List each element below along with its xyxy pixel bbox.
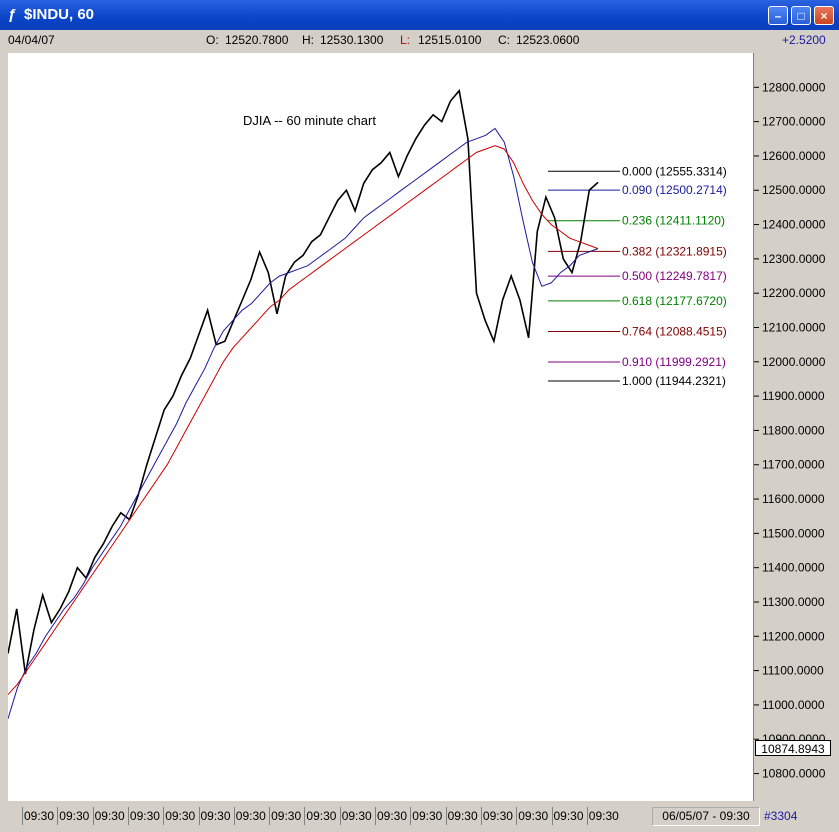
x-tick-sep bbox=[445, 807, 447, 825]
y-tick-label-16: 11200.0000 bbox=[762, 629, 825, 643]
y-tick-label-9: 11900.0000 bbox=[762, 389, 825, 403]
y-tick-label-20: 10800.0000 bbox=[762, 767, 826, 781]
x-tick-label: 09:30 bbox=[165, 809, 196, 823]
x-tick-label: 09:30 bbox=[447, 809, 478, 823]
fib-label-5: 0.618 (12177.6720) bbox=[622, 294, 727, 308]
x-tick-sep bbox=[127, 807, 129, 825]
y-tick-label-12: 11600.0000 bbox=[762, 492, 825, 506]
x-tick-sep bbox=[410, 807, 412, 825]
x-tick-label: 09:30 bbox=[271, 809, 302, 823]
bar-count: #3304 bbox=[764, 809, 798, 823]
x-tick-label: 09:30 bbox=[94, 809, 125, 823]
y-tick-label-14: 11400.0000 bbox=[762, 561, 825, 575]
x-tick-label: 09:30 bbox=[588, 809, 619, 823]
x-tick-label: 09:30 bbox=[200, 809, 231, 823]
x-tick-sep bbox=[163, 807, 165, 825]
y-tick-label-0: 12800.0000 bbox=[762, 80, 826, 94]
y-tick-label-11: 11700.0000 bbox=[762, 458, 825, 472]
open-label: O: bbox=[206, 33, 219, 47]
fib-label-8: 1.000 (11944.2321) bbox=[622, 374, 726, 388]
bar-date: 04/04/07 bbox=[8, 33, 55, 47]
series-line-1 bbox=[7, 127, 599, 719]
maximize-button[interactable]: □ bbox=[791, 6, 811, 25]
chart-window: ƒ $INDU, 60 – □ × 04/04/07 O: 12520.7800… bbox=[0, 0, 839, 832]
low-value: 12515.0100 bbox=[418, 33, 482, 47]
x-tick-label: 09:30 bbox=[341, 809, 372, 823]
x-tick-sep bbox=[22, 807, 23, 825]
y-tick-label-17: 11100.0000 bbox=[762, 664, 824, 678]
close-label: C: bbox=[498, 33, 510, 47]
fib-label-6: 0.764 (12088.4515) bbox=[622, 324, 727, 338]
y-tick-label-1: 12700.0000 bbox=[762, 115, 826, 129]
series-line-0 bbox=[7, 88, 599, 675]
y-tick-label-8: 12000.0000 bbox=[762, 355, 826, 369]
plot-area[interactable]: DJIA -- 60 minute chart 0.000 (12555.331… bbox=[7, 53, 753, 801]
x-tick-sep bbox=[480, 807, 482, 825]
y-tick-label-15: 11300.0000 bbox=[762, 595, 825, 609]
y-tick-label-18: 11000.0000 bbox=[762, 698, 825, 712]
y-tick-label-7: 12100.0000 bbox=[762, 320, 826, 334]
y-tick-label-13: 11500.0000 bbox=[762, 526, 825, 540]
price-chart[interactable]: DJIA -- 60 minute chart 0.000 (12555.331… bbox=[7, 53, 753, 801]
fib-label-0: 0.000 (12555.3314) bbox=[622, 164, 727, 178]
x-tick-label: 09:30 bbox=[235, 809, 266, 823]
x-tick-sep bbox=[586, 807, 588, 825]
x-tick-label: 09:30 bbox=[59, 809, 90, 823]
ohlc-info-bar: 04/04/07 O: 12520.7800 H: 12530.1300 L: … bbox=[6, 31, 833, 50]
x-tick-sep bbox=[269, 807, 271, 825]
open-value: 12520.7800 bbox=[225, 33, 289, 47]
y-tick-label-10: 11800.0000 bbox=[762, 423, 825, 437]
x-tick-sep bbox=[233, 807, 235, 825]
low-label: L: bbox=[400, 33, 411, 47]
minimize-button[interactable]: – bbox=[768, 6, 788, 25]
window-title: $INDU, 60 bbox=[24, 6, 95, 23]
fibonacci-retracement: 0.000 (12555.3314) 0.090 (12500.2714) 0.23… bbox=[548, 164, 727, 388]
time-axis[interactable]: 06/05/07 - 09:30 #3304 09:30 09:30 09:30 09… bbox=[8, 806, 833, 826]
price-axis-svg: 12800.0000 12700.0000 12600.0000 12500.0000… bbox=[754, 80, 826, 781]
title-bar[interactable]: ƒ $INDU, 60 – □ × bbox=[0, 0, 839, 30]
series-line-2 bbox=[7, 145, 599, 695]
x-tick-sep bbox=[92, 807, 94, 825]
fib-label-3: 0.382 (12321.8915) bbox=[622, 244, 727, 258]
series-group bbox=[7, 88, 599, 719]
fib-label-1: 0.090 (12500.2714) bbox=[622, 183, 727, 197]
x-tick-label: 09:30 bbox=[553, 809, 584, 823]
x-tick-label: 09:30 bbox=[412, 809, 443, 823]
x-tick-label: 09:30 bbox=[129, 809, 160, 823]
x-tick-label: 09:30 bbox=[518, 809, 549, 823]
y-tick-label-3: 12500.0000 bbox=[762, 183, 826, 197]
y-tick-label-6: 12200.0000 bbox=[762, 286, 826, 300]
x-tick-sep bbox=[339, 807, 341, 825]
current-price-tag: 10874.8943 bbox=[755, 739, 831, 756]
x-tick-label: 09:30 bbox=[306, 809, 337, 823]
close-value: 12523.0600 bbox=[516, 33, 580, 47]
high-label: H: bbox=[302, 33, 314, 47]
high-value: 12530.1300 bbox=[320, 33, 384, 47]
chart-title: DJIA -- 60 minute chart bbox=[243, 113, 376, 128]
change-value: +2.5200 bbox=[782, 33, 826, 47]
x-tick-sep bbox=[304, 807, 306, 825]
fib-label-7: 0.910 (11999.2921) bbox=[622, 355, 726, 369]
x-tick-label: 09:30 bbox=[377, 809, 408, 823]
fib-label-2: 0.236 (12411.1120) bbox=[622, 214, 725, 228]
fib-label-4: 0.500 (12249.7817) bbox=[622, 269, 727, 283]
x-tick-label: 09:30 bbox=[24, 809, 55, 823]
y-tick-label-2: 12600.0000 bbox=[762, 149, 826, 163]
date-range: 06/05/07 - 09:30 bbox=[652, 807, 760, 826]
close-button[interactable]: × bbox=[814, 6, 834, 25]
chart-icon: ƒ bbox=[8, 6, 17, 23]
x-tick-sep bbox=[198, 807, 200, 825]
y-tick-label-4: 12400.0000 bbox=[762, 218, 826, 232]
x-tick-sep bbox=[375, 807, 376, 825]
x-tick-sep bbox=[57, 807, 59, 825]
x-tick-sep bbox=[551, 807, 553, 825]
price-axis[interactable]: 12800.0000 12700.0000 12600.0000 12500.0000… bbox=[753, 53, 834, 801]
x-tick-sep bbox=[516, 807, 518, 825]
y-tick-label-5: 12300.0000 bbox=[762, 252, 826, 266]
x-tick-label: 09:30 bbox=[482, 809, 513, 823]
